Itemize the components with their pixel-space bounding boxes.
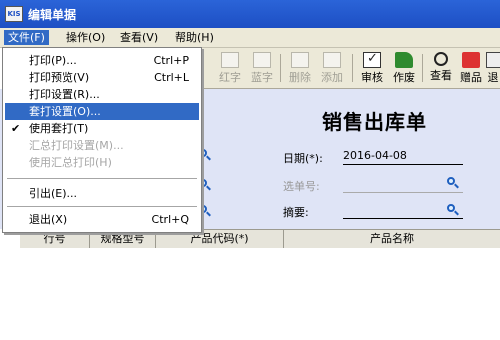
summary-lookup-icon[interactable] bbox=[446, 203, 460, 217]
summary-label: 摘要: bbox=[283, 206, 309, 219]
blue-ink-icon bbox=[253, 52, 271, 68]
delete-button[interactable]: 删除 bbox=[285, 50, 315, 86]
add-icon bbox=[323, 52, 341, 68]
add-label: 添加 bbox=[321, 71, 343, 84]
menu-view[interactable]: 查看(V) bbox=[116, 30, 162, 45]
date-label: 日期(*): bbox=[283, 152, 323, 165]
red-ink-button[interactable]: 红字 bbox=[215, 50, 245, 86]
return-label: 退 bbox=[487, 71, 499, 84]
void-button[interactable]: 作废 bbox=[389, 50, 419, 86]
menu-divider bbox=[7, 178, 197, 180]
return-button[interactable]: 退 bbox=[486, 50, 500, 86]
check-icon: ✔ bbox=[11, 122, 21, 135]
gift-icon bbox=[462, 52, 480, 68]
select-order-field[interactable] bbox=[343, 176, 463, 193]
toolbar: 红字 蓝字 删除 添加 审核 作废 查看 赠品 退 bbox=[200, 48, 500, 89]
menu-item-use-summary-print[interactable]: 使用汇总打印(H) bbox=[5, 154, 199, 171]
audit-label: 审核 bbox=[361, 71, 383, 84]
toolbar-separator bbox=[280, 54, 281, 82]
void-icon bbox=[395, 52, 413, 68]
menu-item-print-preview[interactable]: 打印预览(V) Ctrl+L bbox=[5, 69, 199, 86]
menu-item-print[interactable]: 打印(P)... Ctrl+P bbox=[5, 52, 199, 69]
red-ink-icon bbox=[221, 52, 239, 68]
menu-bar: 文件(F) 操作(O) 查看(V) 帮助(H) bbox=[0, 28, 500, 48]
menu-file[interactable]: 文件(F) bbox=[4, 30, 49, 45]
blue-ink-label: 蓝字 bbox=[251, 71, 273, 84]
return-icon bbox=[486, 52, 500, 68]
select-order-lookup-icon[interactable] bbox=[446, 176, 460, 190]
view-button[interactable]: 查看 bbox=[426, 50, 456, 86]
blue-ink-button[interactable]: 蓝字 bbox=[247, 50, 277, 86]
view-icon bbox=[434, 52, 448, 66]
red-ink-label: 红字 bbox=[219, 71, 241, 84]
view-label: 查看 bbox=[430, 69, 452, 82]
date-field[interactable]: 2016-04-08 bbox=[343, 148, 463, 165]
summary-field[interactable] bbox=[343, 202, 463, 219]
gift-label: 赠品 bbox=[460, 71, 482, 84]
menu-item-summary-print-setup[interactable]: 汇总打印设置(M)... bbox=[5, 137, 199, 154]
file-menu-dropdown: 打印(P)... Ctrl+P 打印预览(V) Ctrl+L 打印设置(R)..… bbox=[2, 47, 202, 233]
menu-item-use-template-print[interactable]: ✔ 使用套打(T) bbox=[5, 120, 199, 137]
audit-icon bbox=[363, 51, 381, 68]
menu-item-export[interactable]: 引出(E)... bbox=[5, 185, 199, 202]
app-icon: KIS bbox=[5, 6, 23, 22]
add-button[interactable]: 添加 bbox=[317, 50, 347, 86]
toolbar-separator bbox=[352, 54, 353, 82]
column-header-product-name[interactable]: 产品名称 bbox=[284, 230, 500, 248]
title-bar: KIS 编辑单据 bbox=[0, 0, 500, 28]
menu-item-print-setup[interactable]: 打印设置(R)... bbox=[5, 86, 199, 103]
gift-button[interactable]: 赠品 bbox=[456, 50, 486, 86]
delete-label: 删除 bbox=[289, 71, 311, 84]
window-title: 编辑单据 bbox=[28, 8, 77, 22]
audit-button[interactable]: 审核 bbox=[357, 50, 387, 86]
menu-divider bbox=[7, 206, 197, 208]
menu-item-template-print-setup[interactable]: 套打设置(O)... bbox=[5, 103, 199, 120]
menu-item-exit[interactable]: 退出(X) Ctrl+Q bbox=[5, 211, 199, 228]
menu-help[interactable]: 帮助(H) bbox=[171, 30, 218, 45]
toolbar-separator bbox=[422, 54, 423, 82]
delete-icon bbox=[291, 52, 309, 68]
select-order-label: 选单号: bbox=[283, 180, 320, 193]
void-label: 作废 bbox=[393, 71, 415, 84]
menu-operation[interactable]: 操作(O) bbox=[62, 30, 109, 45]
document-title: 销售出库单 bbox=[322, 110, 427, 134]
